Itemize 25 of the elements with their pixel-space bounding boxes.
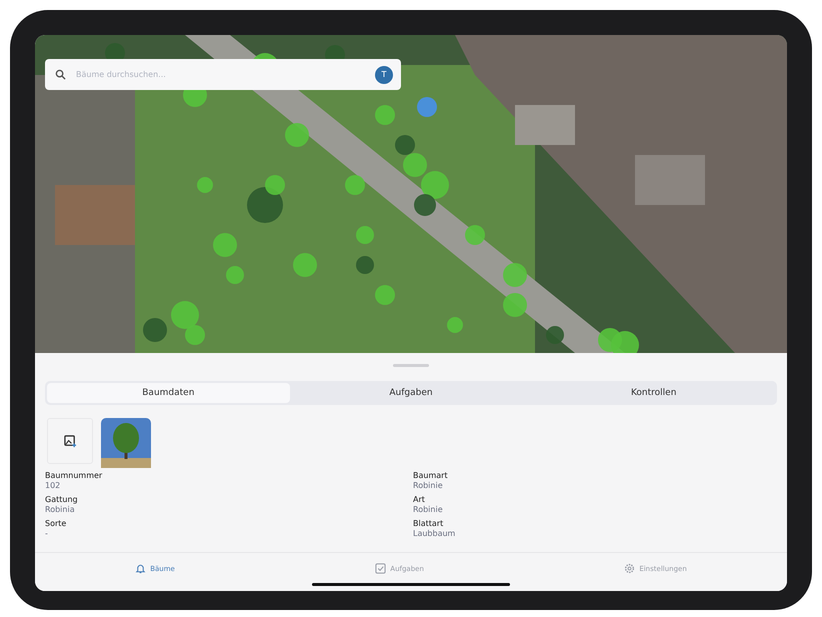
field-label: Baumart: [413, 471, 449, 481]
add-image-icon: [64, 434, 76, 448]
tree-photo-thumbnail[interactable]: [101, 418, 151, 468]
field-value: 102: [45, 481, 62, 491]
checkbox-icon: [375, 563, 386, 574]
settings-icon: [624, 563, 636, 574]
field-value: Robinie: [413, 505, 444, 515]
field-label: Baumnummer: [45, 471, 104, 481]
field-label: Art: [413, 495, 426, 505]
field-label: Blattart: [413, 519, 444, 529]
search-icon: [55, 69, 66, 80]
bell-icon: [135, 563, 146, 574]
user-avatar[interactable]: T: [375, 66, 393, 84]
search-field[interactable]: Bäume durchsuchen... T: [45, 59, 401, 90]
tab[interactable]: Baumdaten: [47, 383, 290, 403]
field-label: Gattung: [45, 495, 79, 505]
tab[interactable]: Kontrollen: [532, 383, 776, 403]
add-photo-button[interactable]: [47, 418, 93, 464]
field-value: Robinia: [45, 505, 76, 515]
field-value: Laubbaum: [413, 529, 456, 539]
field-value: Robinie: [413, 481, 444, 491]
field-value: -: [45, 529, 49, 539]
drag-handle[interactable]: [393, 364, 429, 367]
field-label: Sorte: [45, 519, 68, 529]
tab[interactable]: Aufgaben: [290, 383, 532, 403]
